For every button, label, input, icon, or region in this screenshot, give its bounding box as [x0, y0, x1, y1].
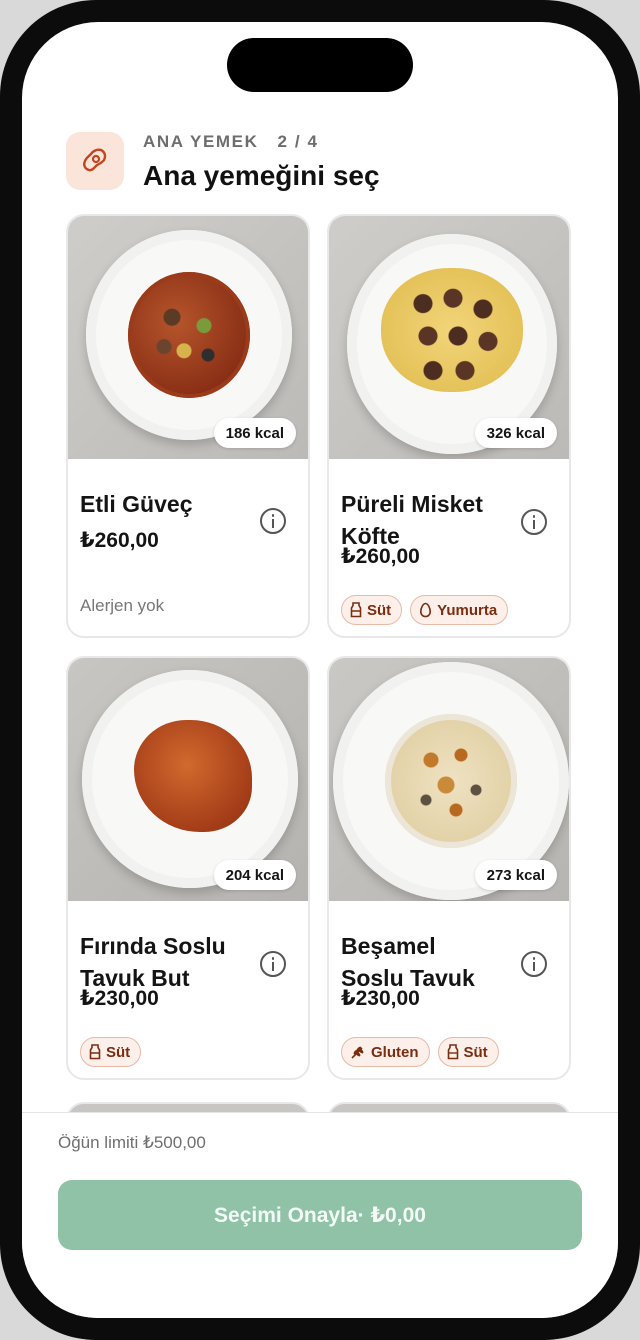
bottom-bar: Öğün limiti ₺500,00 Seçimi Onayla· ₺0,00 [22, 1112, 618, 1318]
step-counter: 2 / 4 [277, 132, 319, 151]
phone-frame: ANA YEMEK 2 / 4 Ana yemeğini seç 186 kca… [0, 0, 640, 1340]
allergen-tag: Yumurta [410, 595, 509, 625]
allergen-tag: Süt [341, 595, 403, 625]
meat-icon [66, 132, 124, 190]
allergen-tag: Gluten [341, 1037, 430, 1067]
info-icon[interactable] [521, 951, 547, 977]
milk-bottle-icon [447, 1044, 458, 1060]
info-icon[interactable] [260, 508, 286, 534]
dish-price: ₺230,00 [341, 987, 420, 1010]
dish-card[interactable]: 204 kcal Fırında Soslu Tavuk But ₺230,00… [66, 656, 310, 1080]
dish-price: ₺230,00 [80, 987, 159, 1010]
dish-name: Fırında Soslu Tavuk But [80, 933, 226, 991]
calorie-badge: 273 kcal [474, 860, 557, 890]
milk-bottle-icon [350, 602, 362, 618]
page-title: Ana yemeğini seç [143, 160, 380, 191]
calorie-badge: 326 kcal [474, 418, 557, 448]
step-label: ANA YEMEK [143, 132, 259, 151]
confirm-button[interactable]: Seçimi Onayla· ₺0,00 [58, 1180, 582, 1250]
info-icon[interactable] [260, 951, 286, 977]
plate-image [82, 670, 298, 888]
dish-name: Beşamel Soslu Tavuk [341, 933, 475, 991]
allergen-tag: Süt [437, 1037, 499, 1067]
step-eyebrow: ANA YEMEK 2 / 4 [143, 132, 319, 152]
dish-card[interactable]: 186 kcal Etli Güveç ₺260,00 Alerjen yok [66, 214, 310, 638]
calorie-badge: 204 kcal [213, 860, 296, 890]
meal-limit-text: Öğün limiti ₺500,00 [58, 1133, 206, 1152]
allergen-tags: Süt Yumurta [341, 595, 509, 625]
milk-bottle-icon [89, 1044, 101, 1060]
dish-card[interactable]: 326 kcal Püreli Misket Köfte ₺260,00 Süt… [327, 214, 571, 638]
allergen-tag: Süt [80, 1037, 142, 1067]
egg-icon [420, 602, 432, 618]
dish-price: ₺260,00 [341, 545, 420, 568]
no-allergen-text: Alerjen yok [80, 596, 165, 615]
screen: ANA YEMEK 2 / 4 Ana yemeğini seç 186 kca… [22, 22, 618, 1318]
allergen-tags: Süt [80, 1037, 142, 1067]
plate-image [86, 230, 292, 440]
wheat-icon [351, 1046, 364, 1059]
info-icon[interactable] [521, 509, 547, 535]
dish-name: Etli Güveç [80, 491, 193, 517]
step-header: ANA YEMEK 2 / 4 Ana yemeğini seç [66, 130, 586, 200]
dish-price: ₺260,00 [80, 529, 159, 552]
calorie-badge: 186 kcal [213, 418, 296, 448]
dish-name: Püreli Misket Köfte [341, 491, 483, 549]
dynamic-island [227, 38, 413, 92]
allergen-tags: Gluten Süt [341, 1037, 499, 1067]
dish-card[interactable]: 273 kcal Beşamel Soslu Tavuk ₺230,00 Glu… [327, 656, 571, 1080]
